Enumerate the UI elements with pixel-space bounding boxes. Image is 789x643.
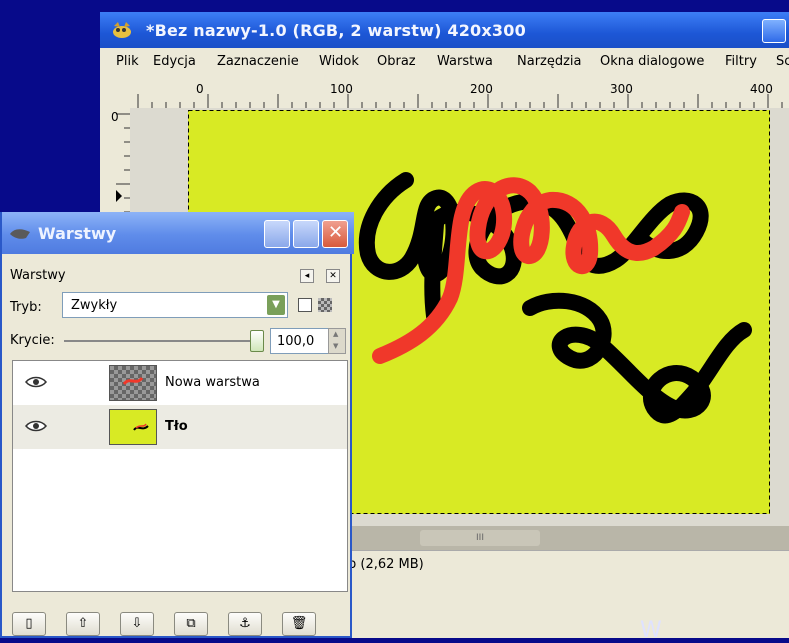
opacity-spinbox[interactable]: 100,0	[270, 328, 330, 354]
dialog-close-icon[interactable]: ✕	[326, 269, 340, 283]
menu-okna-dialogowe[interactable]: Okna dialogowe	[600, 54, 704, 69]
gimp-dialog-icon	[10, 229, 30, 239]
layers-list[interactable]: Nowa warstwa Tło	[12, 360, 348, 592]
lower-layer-button[interactable]: ⇩	[120, 612, 154, 636]
mode-value: Zwykły	[71, 298, 118, 313]
desktop-text: W	[640, 618, 662, 643]
menu-warstwa[interactable]: Warstwa	[437, 54, 493, 69]
mode-select[interactable]: Zwykły ▼	[62, 292, 288, 318]
layer-name[interactable]: Tło	[165, 419, 188, 434]
black-stroke-2	[424, 216, 444, 324]
menu-filtry[interactable]: Filtry	[725, 54, 757, 69]
minimize-button[interactable]	[264, 220, 290, 248]
arrow-down-icon: ⇩	[131, 616, 143, 631]
maximize-button[interactable]	[293, 220, 319, 248]
spin-down-icon[interactable]: ▼	[333, 342, 338, 350]
menu-narzedzia[interactable]: Narzędzia	[517, 54, 582, 69]
opacity-value: 100,0	[277, 334, 315, 349]
chevron-down-icon[interactable]: ▼	[267, 295, 285, 315]
arrow-up-icon: ⇧	[77, 616, 89, 631]
layer-row-nowa-warstwa[interactable]: Nowa warstwa	[13, 361, 347, 405]
ruler-label-100: 100	[330, 82, 353, 96]
dialog-menu-icon[interactable]: ◂	[300, 269, 314, 283]
spin-up-icon[interactable]: ▲	[333, 330, 338, 338]
menu-script[interactable]: Sc	[776, 54, 789, 69]
eye-icon[interactable]	[25, 419, 47, 433]
trash-icon: 🗑	[290, 616, 308, 631]
ruler-label-400: 400	[750, 82, 773, 96]
ruler-label-300: 300	[610, 82, 633, 96]
close-button[interactable]: ✕	[322, 220, 348, 248]
duplicate-layer-button[interactable]: ⧉	[174, 612, 208, 636]
layer-thumbnail[interactable]	[109, 365, 157, 401]
menu-obraz[interactable]: Obraz	[377, 54, 416, 69]
anchor-icon: ⚓	[239, 616, 251, 631]
status-text: b (2,62 MB)	[348, 557, 424, 572]
menu-edycja[interactable]: Edycja	[153, 54, 196, 69]
menu-zaznaczenie[interactable]: Zaznaczenie	[217, 54, 299, 69]
image-window-titlebar[interactable]: *Bez nazwy-1.0 (RGB, 2 warstw) 420x300	[100, 12, 789, 48]
opacity-label: Krycie:	[10, 333, 55, 348]
ruler-label-200: 200	[470, 82, 493, 96]
layers-dialog-title: Warstwy	[38, 224, 117, 243]
layer-row-tlo[interactable]: Tło	[13, 405, 347, 449]
new-layer-button[interactable]: ▯	[12, 612, 46, 636]
transparency-lock-icon	[318, 298, 332, 312]
raise-layer-button[interactable]: ⇧	[66, 612, 100, 636]
mode-label: Tryb:	[10, 300, 42, 315]
horizontal-ruler[interactable]: 0 100 200 300 400	[108, 78, 789, 108]
gimp-icon	[113, 22, 131, 38]
ruler-ticks	[137, 94, 783, 108]
layers-titlebar[interactable]: Warstwy ✕	[2, 212, 354, 254]
layers-dialog: Warstwy ✕ Warstwy ◂ ✕ Tryb: Zwykły ▼ Kry…	[0, 212, 354, 638]
delete-layer-button[interactable]: 🗑	[282, 612, 316, 636]
anchor-layer-button[interactable]: ⚓	[228, 612, 262, 636]
ruler-label-0: 0	[196, 82, 204, 96]
opacity-spin-buttons[interactable]: ▲ ▼	[328, 328, 346, 354]
layers-toolbar: ▯ ⇧ ⇩ ⧉ ⚓ 🗑	[12, 610, 348, 638]
menu-bar: Plik Edycja Zaznaczenie Widok Obraz Wars…	[100, 48, 789, 74]
new-layer-icon: ▯	[25, 616, 33, 631]
menu-plik[interactable]: Plik	[116, 54, 139, 69]
menu-widok[interactable]: Widok	[319, 54, 359, 69]
ruler-left-label-0: 0	[111, 110, 119, 124]
dialog-header-label: Warstwy	[10, 268, 66, 283]
duplicate-icon: ⧉	[186, 616, 196, 631]
layer-thumbnail[interactable]	[109, 409, 157, 445]
scrollbar-thumb[interactable]: III	[420, 530, 540, 546]
eye-icon[interactable]	[25, 375, 47, 389]
image-window-title: *Bez nazwy-1.0 (RGB, 2 warstw) 420x300	[146, 21, 526, 40]
opacity-slider-handle[interactable]	[250, 330, 264, 352]
opacity-slider-track[interactable]	[64, 340, 260, 342]
layer-name[interactable]: Nowa warstwa	[165, 375, 260, 390]
keep-transparency-checkbox[interactable]	[298, 298, 312, 312]
minimize-button[interactable]	[762, 19, 786, 43]
